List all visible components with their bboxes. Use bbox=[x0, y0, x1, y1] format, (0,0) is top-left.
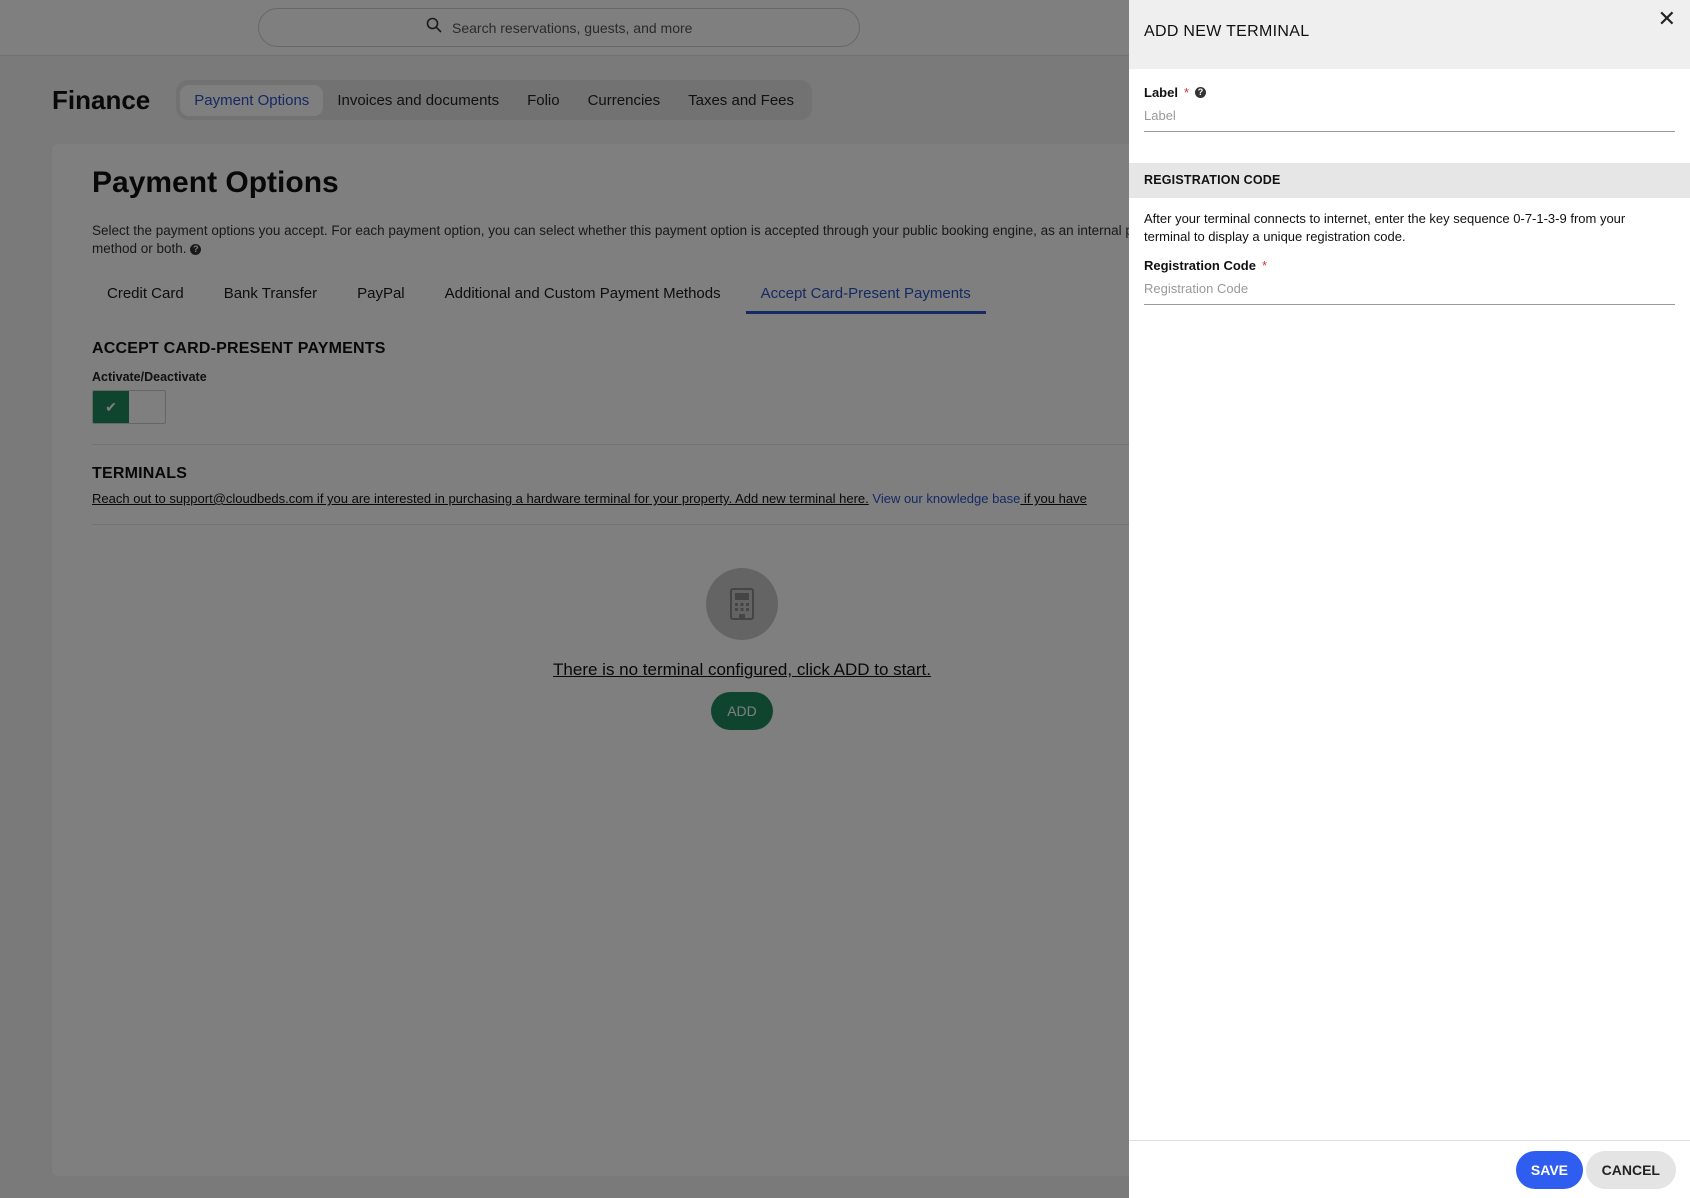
drawer-header: ADD NEW TERMINAL ✕ bbox=[1129, 0, 1690, 69]
required-marker: * bbox=[1261, 258, 1268, 273]
add-terminal-drawer: ADD NEW TERMINAL ✕ Label * ? REGISTRATIO… bbox=[1129, 0, 1690, 1198]
registration-code-input[interactable] bbox=[1144, 273, 1675, 305]
registration-code-field: Registration Code * bbox=[1129, 246, 1690, 305]
label-field: Label * ? bbox=[1129, 69, 1690, 132]
required-marker: * bbox=[1183, 85, 1190, 100]
close-icon[interactable]: ✕ bbox=[1658, 6, 1676, 32]
registration-code-label: Registration Code * bbox=[1144, 258, 1675, 273]
drawer-title: ADD NEW TERMINAL bbox=[1144, 23, 1310, 40]
label-field-text: Label bbox=[1144, 85, 1178, 100]
drawer-footer: SAVE CANCEL bbox=[1129, 1140, 1690, 1198]
label-input[interactable] bbox=[1144, 100, 1675, 132]
cancel-button[interactable]: CANCEL bbox=[1585, 1151, 1676, 1189]
help-icon[interactable]: ? bbox=[1195, 87, 1207, 98]
registration-instructions: After your terminal connects to internet… bbox=[1144, 211, 1626, 244]
registration-code-label-text: Registration Code bbox=[1144, 258, 1256, 273]
save-button[interactable]: SAVE bbox=[1515, 1151, 1583, 1189]
registration-code-heading: REGISTRATION CODE bbox=[1129, 163, 1690, 198]
label-field-label: Label * ? bbox=[1144, 85, 1675, 100]
